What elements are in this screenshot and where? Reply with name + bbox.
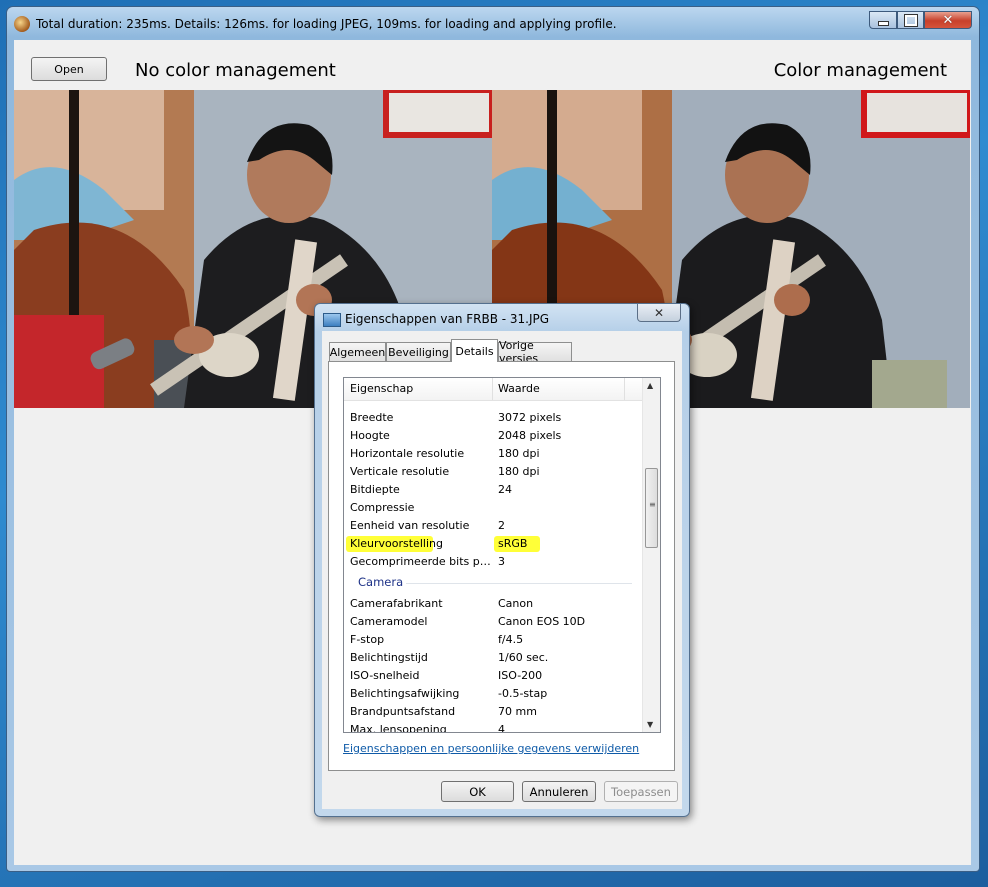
list-row[interactable]: Brandpuntsafstand 70 mm [344,703,642,721]
color-management-label: Color management [773,60,947,81]
list-row[interactable]: Belichtingstijd 1/60 sec. [344,649,642,667]
maximize-button[interactable] [897,11,924,29]
open-button[interactable]: Open [31,57,107,81]
tab-vorige-versies[interactable]: Vorige versies [498,339,572,365]
property-value: 180 dpi [498,447,540,460]
property-name: Camerafabrikant [350,597,443,610]
property-value: 2 [498,519,505,532]
list-row[interactable]: Bitdiepte 24 [344,481,642,499]
maximize-icon [903,13,918,27]
column-divider[interactable] [492,378,493,400]
column-header-property[interactable]: Eigenschap [350,382,413,395]
list-row[interactable]: ISO-snelheid ISO-200 [344,667,642,685]
minimize-button[interactable] [869,11,897,29]
dialog-body: Algemeen Beveiliging Details Vorige vers… [322,331,682,809]
group-divider [406,583,632,584]
dialog-close-button[interactable]: ✕ [637,304,681,322]
dialog-title: Eigenschappen van FRBB - 31.JPG [345,312,550,326]
property-name: Horizontale resolutie [350,447,465,460]
property-value: 3072 pixels [498,411,562,424]
list-row[interactable]: Gecomprimeerde bits per pi... 3 [344,553,642,571]
property-name: Brandpuntsafstand [350,705,456,718]
property-list[interactable]: Eigenschap Waarde Breedte 3072 pixels Hoo… [343,377,661,733]
column-header-value[interactable]: Waarde [498,382,540,395]
list-row[interactable]: Max. lensopening 4 [344,721,642,733]
close-icon: ✕ [942,12,954,28]
property-name: Belichtingsafwijking [350,687,460,700]
minimize-icon [877,20,889,26]
property-name: Cameramodel [350,615,428,628]
property-name: Bitdiepte [350,483,400,496]
list-row[interactable]: Compressie [344,499,642,517]
property-name: Compressie [350,501,415,514]
property-value: sRGB [498,537,528,550]
property-value: f/4.5 [498,633,524,646]
remove-properties-link[interactable]: Eigenschappen en persoonlijke gegevens v… [343,742,639,755]
list-row[interactable]: Horizontale resolutie 180 dpi [344,445,642,463]
list-row[interactable]: Verticale resolutie 180 dpi [344,463,642,481]
property-name: F-stop [350,633,385,646]
tab-details[interactable]: Details [451,339,498,362]
scroll-up-arrow-icon[interactable]: ▲ [647,381,653,390]
property-value: 2048 pixels [498,429,562,442]
property-value: 24 [498,483,512,496]
properties-dialog: Eigenschappen van FRBB - 31.JPG ✕ Algeme… [314,303,690,817]
details-panel: Eigenschap Waarde Breedte 3072 pixels Hoo… [328,361,675,771]
list-row[interactable]: Breedte 3072 pixels [344,409,642,427]
group-header-camera[interactable]: Camera [358,575,403,589]
ok-button[interactable]: OK [441,781,514,802]
property-name: Eenheid van resolutie [350,519,470,532]
property-value: Canon EOS 10D [498,615,586,628]
scroll-thumb[interactable]: ≡ [645,468,658,548]
apply-button[interactable]: Toepassen [604,781,678,802]
column-divider[interactable] [624,378,625,400]
property-value: 180 dpi [498,465,540,478]
list-row[interactable]: Belichtingsafwijking -0.5-stap [344,685,642,703]
app-icon [14,16,30,32]
property-value: 3 [498,555,505,568]
list-row[interactable]: Hoogte 2048 pixels [344,427,642,445]
list-row-highlighted[interactable]: Kleurvoorstelling sRGB [344,535,642,553]
property-name: Max. lensopening [350,723,447,733]
list-row[interactable]: Camerafabrikant Canon [344,595,642,613]
property-name: Hoogte [350,429,390,442]
tab-algemeen[interactable]: Algemeen [329,342,386,361]
scroll-down-arrow-icon[interactable]: ▼ [647,720,653,729]
window-title: Total duration: 235ms. Details: 126ms. f… [36,17,617,31]
grip-icon: ≡ [649,500,656,509]
property-name: ISO-snelheid [350,669,420,682]
property-name: Belichtingstijd [350,651,428,664]
property-value: -0.5-stap [498,687,548,700]
vertical-scrollbar[interactable]: ▲ ≡ ▼ [642,378,660,732]
close-button[interactable]: ✕ [924,11,972,29]
property-value: 70 mm [498,705,537,718]
list-row[interactable]: Cameramodel Canon EOS 10D [344,613,642,631]
property-name: Gecomprimeerde bits per pi... [350,555,494,568]
property-name: Kleurvoorstelling [350,537,443,550]
list-header: Eigenschap Waarde [344,378,642,401]
property-value: 4 [498,723,505,733]
property-name: Breedte [350,411,394,424]
no-color-management-label: No color management [135,60,336,81]
property-value: ISO-200 [498,669,543,682]
list-row[interactable]: F-stop f/4.5 [344,631,642,649]
image-file-icon [323,313,341,327]
property-name: Verticale resolutie [350,465,450,478]
cancel-button[interactable]: Annuleren [522,781,596,802]
close-icon: ✕ [653,305,665,320]
property-value: 1/60 sec. [498,651,549,664]
property-value: Canon [498,597,534,610]
title-bar[interactable]: Total duration: 235ms. Details: 126ms. f… [7,7,979,39]
tab-beveiliging[interactable]: Beveiliging [386,342,451,361]
list-row[interactable]: Eenheid van resolutie 2 [344,517,642,535]
